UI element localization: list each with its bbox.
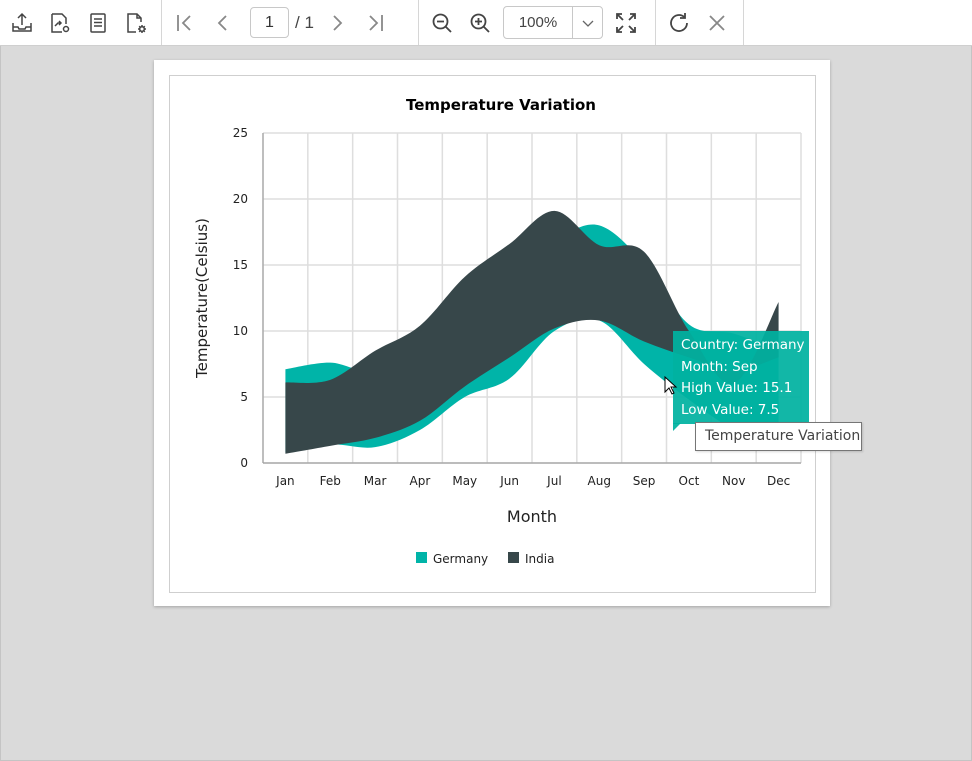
- x-tick-label: Jun: [499, 474, 519, 488]
- y-tick-label: 0: [240, 456, 248, 470]
- mouse-cursor-icon: [664, 376, 678, 395]
- tooltip-country: Country: Germany: [681, 337, 805, 353]
- x-tick-label: Feb: [320, 474, 341, 488]
- y-tick-label: 20: [233, 192, 248, 206]
- legend: Germany India: [416, 552, 554, 566]
- tooltip-tail: [673, 423, 681, 431]
- x-tick-label: May: [452, 474, 477, 488]
- chart-title: Temperature Variation: [406, 96, 596, 114]
- x-tick-label: Apr: [410, 474, 431, 488]
- legend-marker-india: [508, 552, 519, 563]
- x-tick-label: Mar: [364, 474, 387, 488]
- tooltip-low: Low Value: 7.5: [681, 401, 780, 418]
- y-tick-label: 5: [240, 390, 248, 404]
- y-axis-title: Temperature(Celsius): [193, 218, 211, 379]
- y-tick-label: 25: [233, 126, 248, 140]
- y-tick-label: 10: [233, 324, 248, 338]
- x-tick-label: Dec: [767, 474, 790, 488]
- y-tick-label: 15: [233, 258, 248, 272]
- legend-label-germany: Germany: [433, 552, 488, 566]
- data-tooltip: Country: Germany Month: Sep High Value: …: [673, 331, 809, 424]
- legend-label-india: India: [525, 552, 554, 566]
- tooltip-month: Month: Sep: [681, 358, 758, 375]
- x-tick-label: Jul: [546, 474, 561, 488]
- x-tick-label: Oct: [679, 474, 700, 488]
- x-tick-label: Sep: [633, 474, 656, 488]
- x-axis-title: Month: [507, 507, 557, 526]
- x-tick-label: Nov: [722, 474, 745, 488]
- title-tooltip: Temperature Variation: [695, 422, 862, 451]
- range-area-chart: Temperature Variation 0 5 10 15 20 25 Jan Feb Ma…: [193, 96, 802, 566]
- tooltip-high: High Value: 15.1: [681, 380, 793, 396]
- x-tick-label: Aug: [588, 474, 611, 488]
- legend-marker-germany: [416, 552, 427, 563]
- x-tick-label: Jan: [275, 474, 295, 488]
